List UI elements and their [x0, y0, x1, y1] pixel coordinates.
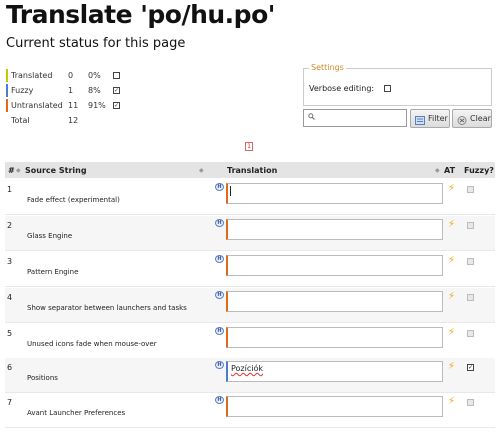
- auto-translate-icon[interactable]: ⚡: [448, 327, 455, 338]
- stat-count: 12: [68, 116, 79, 125]
- page-1-link[interactable]: 1: [245, 142, 253, 151]
- stat-percent: 91%: [88, 101, 106, 110]
- text-cursor: [230, 186, 231, 196]
- filter-button[interactable]: Filter: [410, 109, 450, 128]
- history-icon[interactable]: H: [215, 327, 224, 335]
- stat-percent: 8%: [88, 86, 101, 95]
- row-number: 5: [7, 329, 13, 338]
- table-row: 6 Positions H Pozíciók ⚡ ✓: [5, 358, 495, 393]
- fuzzy-checkbox[interactable]: [467, 330, 474, 337]
- source-string: Fade effect (experimental): [27, 196, 120, 204]
- source-string: Avant Launcher Preferences: [27, 409, 126, 417]
- fuzzy-checkbox[interactable]: [467, 399, 474, 406]
- settings-fieldset: Settings Verbose editing:: [303, 63, 492, 106]
- auto-translate-icon[interactable]: ⚡: [448, 361, 455, 372]
- sort-icon[interactable]: ◆: [16, 167, 21, 174]
- verbose-editing-label: Verbose editing:: [309, 84, 375, 93]
- stat-fuzzy-checkbox[interactable]: ✓: [113, 87, 120, 94]
- verbose-editing-checkbox[interactable]: [384, 85, 391, 92]
- header-num[interactable]: #: [8, 166, 15, 175]
- settings-legend: Settings: [309, 63, 346, 72]
- header-translation[interactable]: Translation: [227, 166, 277, 175]
- auto-translate-icon[interactable]: ⚡: [448, 396, 455, 407]
- row-number: 3: [7, 257, 13, 266]
- header-source[interactable]: Source String: [25, 166, 87, 175]
- source-string: Show separator between launchers and tas…: [27, 304, 187, 312]
- fuzzy-checkbox[interactable]: [467, 222, 474, 229]
- source-string: Unused icons fade when mouse-over: [27, 340, 157, 348]
- history-icon[interactable]: H: [215, 219, 224, 227]
- sort-icon[interactable]: ◆: [199, 167, 204, 174]
- status-color-bar: [6, 99, 8, 112]
- history-icon[interactable]: H: [215, 361, 224, 369]
- table-row: 5 Unused icons fade when mouse-over H ⚡: [5, 324, 495, 359]
- translation-field[interactable]: [226, 396, 443, 417]
- clear-icon: [457, 114, 467, 125]
- status-heading: Current status for this page: [6, 36, 186, 51]
- translation-field[interactable]: [226, 255, 443, 276]
- page-title: Translate 'po/hu.po': [6, 0, 275, 29]
- source-string: Glass Engine: [27, 232, 73, 240]
- stat-label: Fuzzy: [11, 86, 34, 95]
- source-string: Positions: [27, 374, 58, 382]
- history-icon[interactable]: H: [215, 396, 224, 404]
- fuzzy-checkbox[interactable]: [467, 294, 474, 301]
- translation-field[interactable]: Pozíciók: [226, 361, 443, 382]
- row-number: 6: [7, 363, 13, 372]
- history-icon[interactable]: H: [215, 183, 224, 191]
- auto-translate-icon[interactable]: ⚡: [448, 291, 455, 302]
- clear-button[interactable]: Clear: [452, 109, 492, 128]
- stat-label: Untranslated: [11, 101, 63, 110]
- table-row: 2 Glass Engine H ⚡: [5, 216, 495, 251]
- search-icon: [308, 113, 315, 122]
- fuzzy-checkbox[interactable]: [467, 258, 474, 265]
- row-number: 2: [7, 221, 13, 230]
- fuzzy-checkbox[interactable]: ✓: [467, 364, 474, 371]
- history-icon[interactable]: H: [215, 255, 224, 263]
- row-number: 4: [7, 293, 13, 302]
- clear-button-label: Clear: [470, 114, 491, 123]
- filter-icon: [415, 114, 425, 125]
- status-color-bar: [6, 84, 8, 97]
- translation-field[interactable]: [226, 183, 443, 204]
- stat-count: 11: [68, 101, 79, 110]
- sort-icon[interactable]: ◆: [435, 167, 440, 174]
- table-row: 3 Pattern Engine H ⚡: [5, 252, 495, 287]
- status-color-bar: [6, 69, 8, 82]
- search-input[interactable]: [303, 109, 407, 127]
- fuzzy-checkbox[interactable]: [467, 186, 474, 193]
- row-number: 1: [7, 185, 13, 194]
- translation-field[interactable]: [226, 219, 443, 240]
- stat-count: 0: [68, 71, 74, 80]
- auto-translate-icon[interactable]: ⚡: [448, 183, 455, 194]
- table-header: # ◆ Source String ◆ Translation ◆ AT Fuz…: [5, 162, 495, 178]
- translation-text: Pozíciók: [231, 364, 264, 373]
- stat-percent: 0%: [88, 71, 101, 80]
- header-at: AT: [444, 166, 456, 175]
- table-row: 4 Show separator between launchers and t…: [5, 288, 495, 323]
- stat-count: 1: [68, 86, 74, 95]
- auto-translate-icon[interactable]: ⚡: [448, 219, 455, 230]
- translation-field[interactable]: [226, 291, 443, 312]
- row-number: 7: [7, 398, 13, 407]
- filter-button-label: Filter: [428, 114, 448, 123]
- table-row: 7 Avant Launcher Preferences H ⚡: [5, 393, 495, 428]
- auto-translate-icon[interactable]: ⚡: [448, 255, 455, 266]
- table-row: 1 Fade effect (experimental) H ⚡: [5, 180, 495, 215]
- translation-field[interactable]: [226, 327, 443, 348]
- stat-translated-checkbox[interactable]: [113, 72, 120, 79]
- stat-label: Total: [11, 116, 30, 125]
- source-string: Pattern Engine: [27, 268, 79, 276]
- stat-untranslated-checkbox[interactable]: ✓: [113, 102, 120, 109]
- header-fuzzy: Fuzzy?: [464, 166, 494, 175]
- stat-label: Translated: [11, 71, 53, 80]
- history-icon[interactable]: H: [215, 291, 224, 299]
